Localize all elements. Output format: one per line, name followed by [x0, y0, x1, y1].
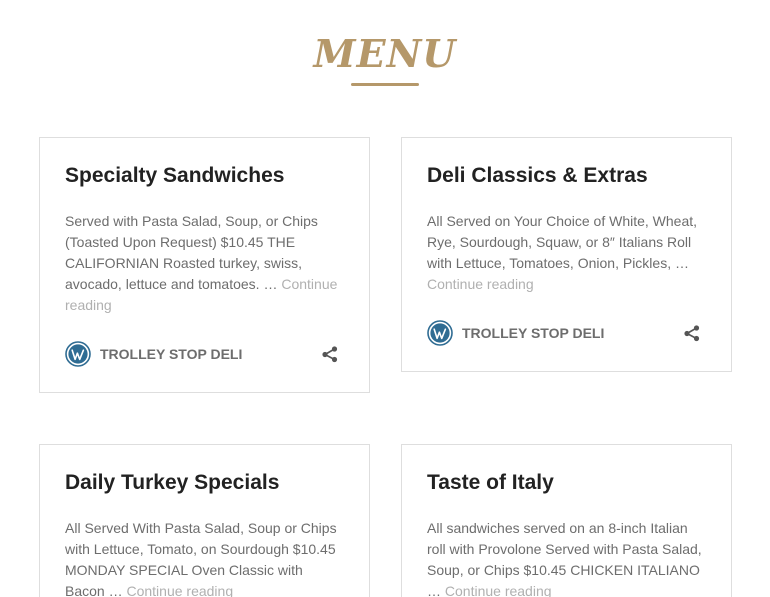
- author-name[interactable]: TROLLEY STOP DELI: [462, 324, 604, 342]
- continue-reading-link[interactable]: Continue reading: [445, 583, 552, 597]
- author-name[interactable]: TROLLEY STOP DELI: [100, 345, 242, 363]
- wordpress-icon[interactable]: [65, 341, 91, 367]
- post-title-link[interactable]: Deli Classics & Extras: [427, 164, 648, 187]
- post-card-deli-classics: Deli Classics & Extras All Served on You…: [401, 137, 732, 372]
- post-card-daily-turkey-specials: Daily Turkey Specials All Served With Pa…: [39, 444, 370, 597]
- continue-reading-link[interactable]: Continue reading: [427, 276, 534, 292]
- post-excerpt: All Served With Pasta Salad, Soup or Chi…: [65, 518, 344, 597]
- post-card-specialty-sandwiches: Specialty Sandwiches Served with Pasta S…: [39, 137, 370, 393]
- post-footer: TROLLEY STOP DELI: [427, 320, 701, 346]
- post-title-link[interactable]: Specialty Sandwiches: [65, 164, 284, 187]
- post-title[interactable]: Deli Classics & Extras: [427, 162, 706, 190]
- continue-reading-link[interactable]: Continue reading: [126, 583, 233, 597]
- share-icon[interactable]: [321, 345, 339, 363]
- post-excerpt: Served with Pasta Salad, Soup, or Chips …: [65, 211, 344, 316]
- post-title[interactable]: Daily Turkey Specials: [65, 469, 344, 497]
- page-title: MENU: [313, 31, 457, 76]
- post-title-link[interactable]: Taste of Italy: [427, 471, 554, 494]
- post-excerpt-text: Served with Pasta Salad, Soup, or Chips …: [65, 213, 318, 292]
- post-excerpt: All sandwiches served on an 8-inch Itali…: [427, 518, 706, 597]
- post-title[interactable]: Taste of Italy: [427, 469, 706, 497]
- post-excerpt-text: All Served on Your Choice of White, Whea…: [427, 213, 698, 271]
- title-underline: [351, 83, 419, 86]
- post-title[interactable]: Specialty Sandwiches: [65, 162, 344, 190]
- post-excerpt: All Served on Your Choice of White, Whea…: [427, 211, 706, 295]
- wordpress-icon[interactable]: [427, 320, 453, 346]
- post-footer: TROLLEY STOP DELI: [65, 341, 339, 367]
- post-title-link[interactable]: Daily Turkey Specials: [65, 471, 279, 494]
- post-card-taste-of-italy: Taste of Italy All sandwiches served on …: [401, 444, 732, 597]
- share-icon[interactable]: [683, 324, 701, 342]
